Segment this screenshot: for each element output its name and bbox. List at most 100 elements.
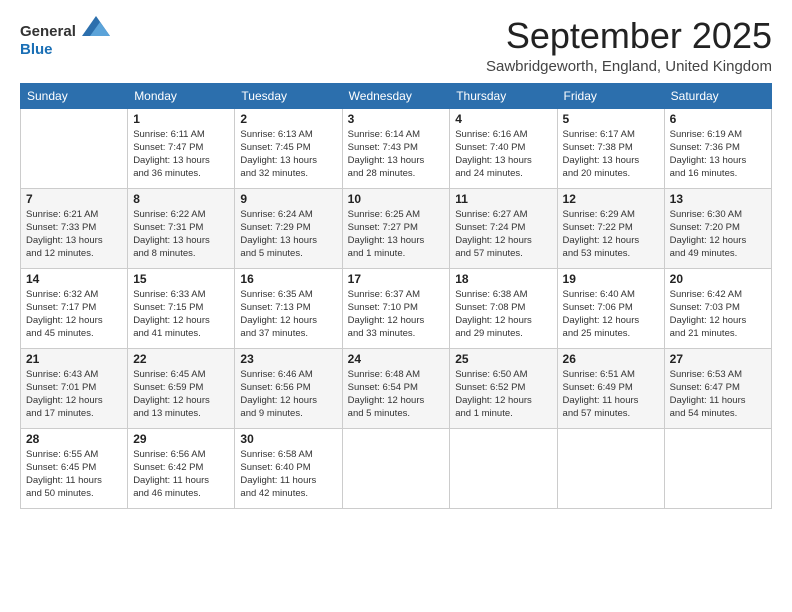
day-number: 25	[455, 352, 551, 366]
day-info: Sunrise: 6:58 AM Sunset: 6:40 PM Dayligh…	[240, 448, 336, 501]
day-info: Sunrise: 6:53 AM Sunset: 6:47 PM Dayligh…	[670, 368, 766, 421]
page: General Blue September 2025 Sawbridgewor…	[0, 0, 792, 612]
day-number: 18	[455, 272, 551, 286]
calendar-week-row: 7 Sunrise: 6:21 AM Sunset: 7:33 PM Daylig…	[21, 188, 772, 268]
table-row: 29 Sunrise: 6:56 AM Sunset: 6:42 PM Dayli…	[128, 428, 235, 508]
table-row: 5 Sunrise: 6:17 AM Sunset: 7:38 PM Daylig…	[557, 108, 664, 188]
day-number: 21	[26, 352, 122, 366]
day-number: 4	[455, 112, 551, 126]
col-saturday: Saturday	[664, 83, 771, 108]
table-row: 13 Sunrise: 6:30 AM Sunset: 7:20 PM Dayli…	[664, 188, 771, 268]
calendar-table: Sunday Monday Tuesday Wednesday Thursday…	[20, 83, 772, 509]
day-number: 16	[240, 272, 336, 286]
day-number: 3	[348, 112, 445, 126]
logo-blue: Blue	[20, 41, 110, 59]
day-number: 29	[133, 432, 229, 446]
table-row: 30 Sunrise: 6:58 AM Sunset: 6:40 PM Dayli…	[235, 428, 342, 508]
table-row: 4 Sunrise: 6:16 AM Sunset: 7:40 PM Daylig…	[450, 108, 557, 188]
table-row: 17Sunrise: 6:37 AM Sunset: 7:10 PM Dayli…	[342, 268, 450, 348]
day-number: 24	[348, 352, 445, 366]
day-number: 7	[26, 192, 122, 206]
calendar-week-row: 21Sunrise: 6:43 AM Sunset: 7:01 PM Dayli…	[21, 348, 772, 428]
table-row: 10 Sunrise: 6:25 AM Sunset: 7:27 PM Dayli…	[342, 188, 450, 268]
logo: General Blue	[20, 20, 110, 59]
day-number: 30	[240, 432, 336, 446]
title-block: September 2025 Sawbridgeworth, England, …	[486, 16, 772, 75]
day-info: Sunrise: 6:25 AM Sunset: 7:27 PM Dayligh…	[348, 208, 445, 261]
day-info: Sunrise: 6:33 AM Sunset: 7:15 PM Dayligh…	[133, 288, 229, 341]
table-row: 24 Sunrise: 6:48 AM Sunset: 6:54 PM Dayli…	[342, 348, 450, 428]
day-number: 12	[563, 192, 659, 206]
table-row	[557, 428, 664, 508]
table-row	[342, 428, 450, 508]
table-row: 20 Sunrise: 6:42 AM Sunset: 7:03 PM Dayli…	[664, 268, 771, 348]
table-row: 25 Sunrise: 6:50 AM Sunset: 6:52 PM Dayli…	[450, 348, 557, 428]
col-monday: Monday	[128, 83, 235, 108]
day-number: 13	[670, 192, 766, 206]
col-friday: Friday	[557, 83, 664, 108]
table-row: 2Sunrise: 6:13 AM Sunset: 7:45 PM Daylig…	[235, 108, 342, 188]
day-number: 9	[240, 192, 336, 206]
day-info: Sunrise: 6:27 AM Sunset: 7:24 PM Dayligh…	[455, 208, 551, 261]
day-number: 26	[563, 352, 659, 366]
col-thursday: Thursday	[450, 83, 557, 108]
day-info: Sunrise: 6:37 AM Sunset: 7:10 PM Dayligh…	[348, 288, 445, 341]
calendar-week-row: 28 Sunrise: 6:55 AM Sunset: 6:45 PM Dayli…	[21, 428, 772, 508]
day-number: 23	[240, 352, 336, 366]
day-info: Sunrise: 6:14 AM Sunset: 7:43 PM Dayligh…	[348, 128, 445, 181]
table-row: 26 Sunrise: 6:51 AM Sunset: 6:49 PM Dayli…	[557, 348, 664, 428]
col-sunday: Sunday	[21, 83, 128, 108]
day-number: 15	[133, 272, 229, 286]
day-number: 20	[670, 272, 766, 286]
logo-icon	[82, 16, 110, 36]
day-info: Sunrise: 6:46 AM Sunset: 6:56 PM Dayligh…	[240, 368, 336, 421]
day-info: Sunrise: 6:45 AM Sunset: 6:59 PM Dayligh…	[133, 368, 229, 421]
table-row: 27 Sunrise: 6:53 AM Sunset: 6:47 PM Dayli…	[664, 348, 771, 428]
day-info: Sunrise: 6:24 AM Sunset: 7:29 PM Dayligh…	[240, 208, 336, 261]
calendar-week-row: 1Sunrise: 6:11 AM Sunset: 7:47 PM Daylig…	[21, 108, 772, 188]
table-row: 6Sunrise: 6:19 AM Sunset: 7:36 PM Daylig…	[664, 108, 771, 188]
day-number: 19	[563, 272, 659, 286]
logo-general: General	[20, 20, 110, 41]
day-number: 5	[563, 112, 659, 126]
table-row: 3 Sunrise: 6:14 AM Sunset: 7:43 PM Daylig…	[342, 108, 450, 188]
table-row: 22Sunrise: 6:45 AM Sunset: 6:59 PM Dayli…	[128, 348, 235, 428]
table-row: 8Sunrise: 6:22 AM Sunset: 7:31 PM Daylig…	[128, 188, 235, 268]
calendar-header-row: Sunday Monday Tuesday Wednesday Thursday…	[21, 83, 772, 108]
day-info: Sunrise: 6:38 AM Sunset: 7:08 PM Dayligh…	[455, 288, 551, 341]
table-row: 7 Sunrise: 6:21 AM Sunset: 7:33 PM Daylig…	[21, 188, 128, 268]
table-row: 12 Sunrise: 6:29 AM Sunset: 7:22 PM Dayli…	[557, 188, 664, 268]
day-number: 10	[348, 192, 445, 206]
table-row: 19 Sunrise: 6:40 AM Sunset: 7:06 PM Dayli…	[557, 268, 664, 348]
day-info: Sunrise: 6:42 AM Sunset: 7:03 PM Dayligh…	[670, 288, 766, 341]
table-row: 15 Sunrise: 6:33 AM Sunset: 7:15 PM Dayli…	[128, 268, 235, 348]
calendar-week-row: 14Sunrise: 6:32 AM Sunset: 7:17 PM Dayli…	[21, 268, 772, 348]
day-number: 27	[670, 352, 766, 366]
table-row	[21, 108, 128, 188]
day-number: 28	[26, 432, 122, 446]
table-row: 9 Sunrise: 6:24 AM Sunset: 7:29 PM Daylig…	[235, 188, 342, 268]
day-number: 2	[240, 112, 336, 126]
day-info: Sunrise: 6:22 AM Sunset: 7:31 PM Dayligh…	[133, 208, 229, 261]
day-info: Sunrise: 6:51 AM Sunset: 6:49 PM Dayligh…	[563, 368, 659, 421]
day-number: 1	[133, 112, 229, 126]
day-info: Sunrise: 6:17 AM Sunset: 7:38 PM Dayligh…	[563, 128, 659, 181]
day-info: Sunrise: 6:21 AM Sunset: 7:33 PM Dayligh…	[26, 208, 122, 261]
table-row: 28 Sunrise: 6:55 AM Sunset: 6:45 PM Dayli…	[21, 428, 128, 508]
table-row: 16Sunrise: 6:35 AM Sunset: 7:13 PM Dayli…	[235, 268, 342, 348]
day-info: Sunrise: 6:40 AM Sunset: 7:06 PM Dayligh…	[563, 288, 659, 341]
day-info: Sunrise: 6:48 AM Sunset: 6:54 PM Dayligh…	[348, 368, 445, 421]
day-info: Sunrise: 6:55 AM Sunset: 6:45 PM Dayligh…	[26, 448, 122, 501]
day-info: Sunrise: 6:50 AM Sunset: 6:52 PM Dayligh…	[455, 368, 551, 421]
col-tuesday: Tuesday	[235, 83, 342, 108]
table-row: 21Sunrise: 6:43 AM Sunset: 7:01 PM Dayli…	[21, 348, 128, 428]
day-info: Sunrise: 6:56 AM Sunset: 6:42 PM Dayligh…	[133, 448, 229, 501]
location-subtitle: Sawbridgeworth, England, United Kingdom	[486, 58, 772, 75]
day-info: Sunrise: 6:30 AM Sunset: 7:20 PM Dayligh…	[670, 208, 766, 261]
table-row: 11Sunrise: 6:27 AM Sunset: 7:24 PM Dayli…	[450, 188, 557, 268]
col-wednesday: Wednesday	[342, 83, 450, 108]
day-info: Sunrise: 6:29 AM Sunset: 7:22 PM Dayligh…	[563, 208, 659, 261]
day-number: 6	[670, 112, 766, 126]
day-info: Sunrise: 6:16 AM Sunset: 7:40 PM Dayligh…	[455, 128, 551, 181]
day-info: Sunrise: 6:32 AM Sunset: 7:17 PM Dayligh…	[26, 288, 122, 341]
